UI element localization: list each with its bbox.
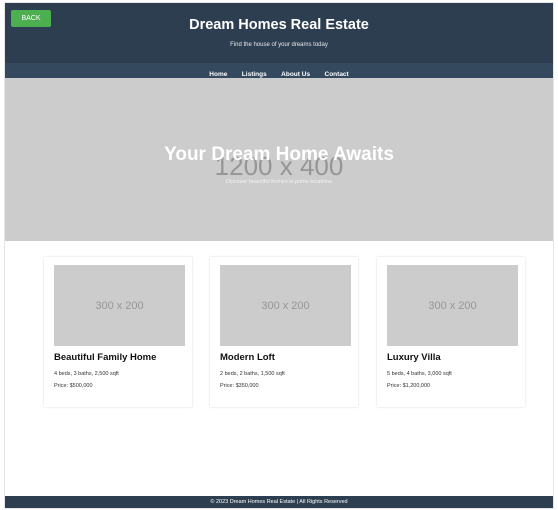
site-title: Dream Homes Real Estate (189, 17, 369, 33)
listing-card[interactable]: 300 x 200 Modern Loft 2 beds, 2 baths, 1… (210, 257, 358, 407)
listing-image-placeholder: 300 x 200 (54, 265, 185, 346)
listing-title: Modern Loft (220, 352, 275, 363)
listing-price: Price: $1,200,000 (387, 383, 431, 389)
listing-image-placeholder: 300 x 200 (387, 265, 518, 346)
listing-details: 2 beds, 2 baths, 1,500 sqft (220, 371, 285, 377)
site-tagline: Find the house of your dreams today (230, 42, 328, 48)
hero-banner: 1200 x 400 Your Dream Home Awaits Discov… (5, 78, 553, 241)
footer-copyright: © 2023 Dream Homes Real Estate | All Rig… (210, 499, 348, 505)
page: BACK Dream Homes Real Estate Find the ho… (5, 3, 553, 508)
site-footer: © 2023 Dream Homes Real Estate | All Rig… (5, 496, 553, 508)
listings-section: 300 x 200 Beautiful Family Home 4 beds, … (5, 241, 553, 496)
hero-subtitle: Discover beautiful homes in prime locati… (225, 179, 333, 185)
listing-price: Price: $500,000 (54, 383, 93, 389)
listing-title: Luxury Villa (387, 352, 441, 363)
site-header: BACK Dream Homes Real Estate Find the ho… (5, 3, 553, 63)
listing-title: Beautiful Family Home (54, 352, 157, 363)
listing-details: 4 beds, 3 baths, 2,500 sqft (54, 371, 119, 377)
listing-card[interactable]: 300 x 200 Luxury Villa 5 beds, 4 baths, … (377, 257, 525, 407)
listing-card[interactable]: 300 x 200 Beautiful Family Home 4 beds, … (44, 257, 192, 407)
listing-price: Price: $350,000 (220, 383, 259, 389)
listing-image-placeholder: 300 x 200 (220, 265, 351, 346)
hero-title: Your Dream Home Awaits (164, 144, 394, 165)
main-nav: Home Listings About Us Contact (5, 63, 553, 78)
listing-details: 5 beds, 4 baths, 3,000 sqft (387, 371, 452, 377)
